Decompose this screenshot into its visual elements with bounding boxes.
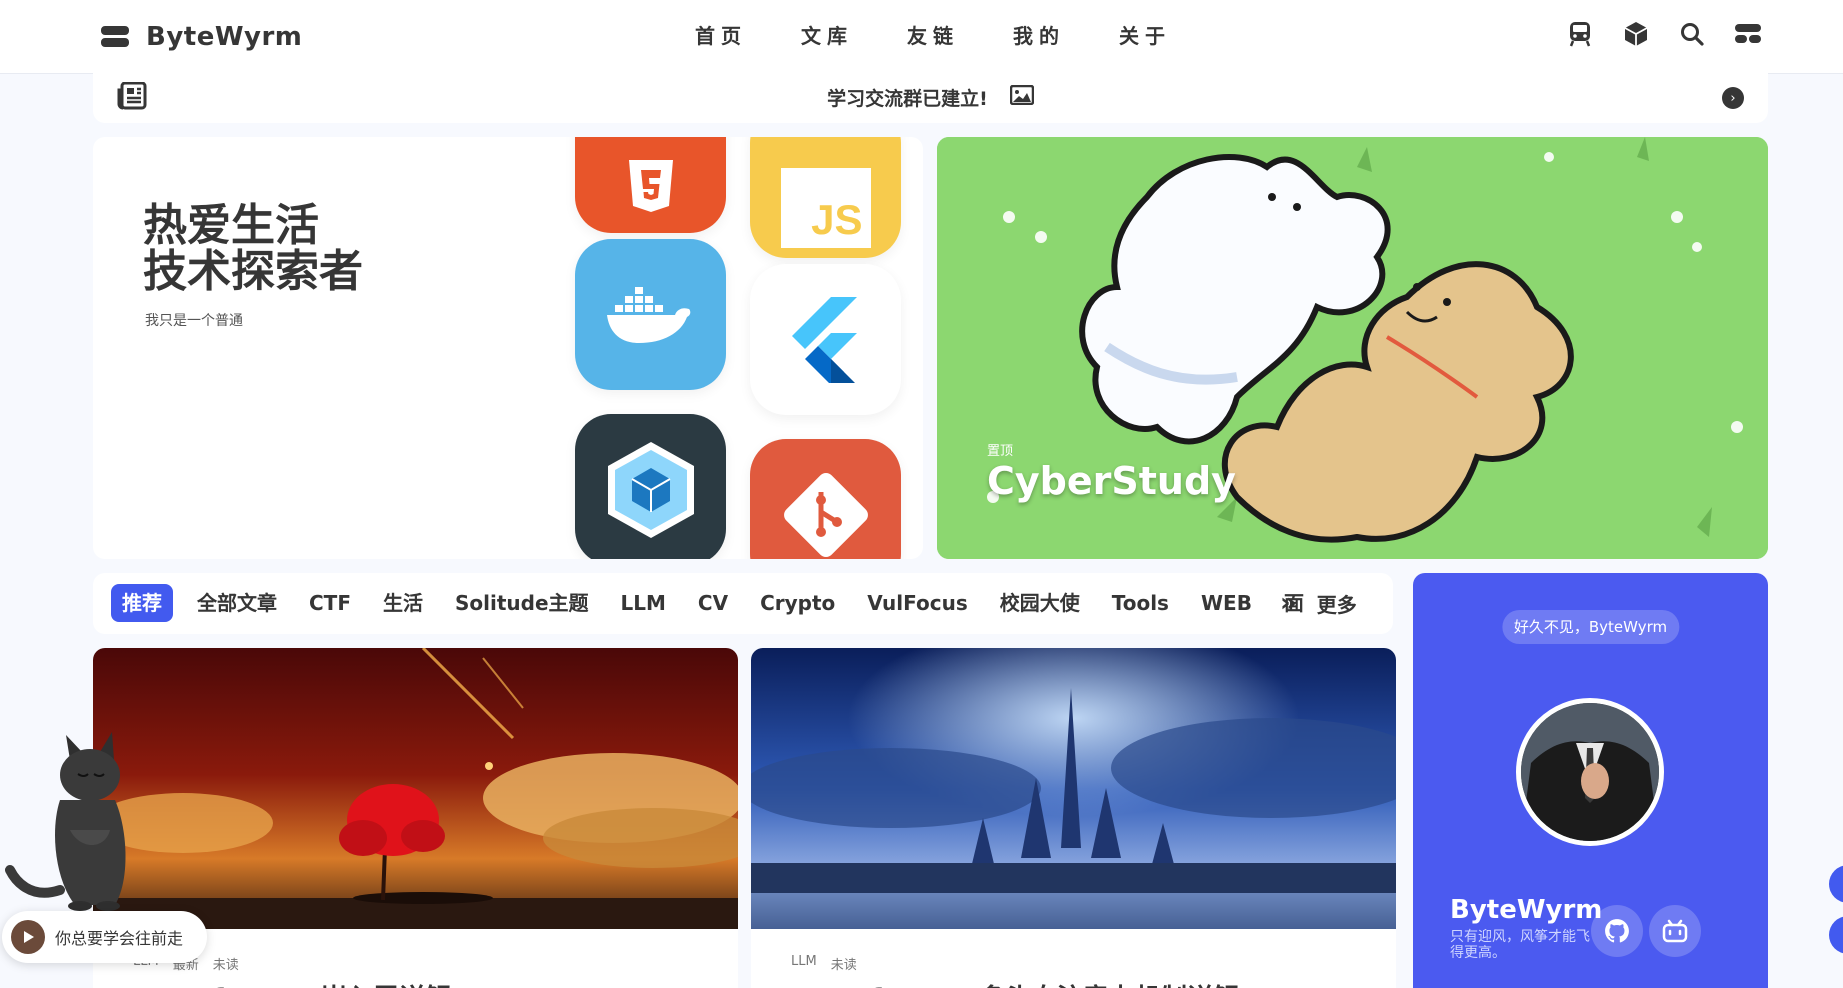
category-vulfocus[interactable]: VulFocus	[851, 584, 983, 622]
side-float-button[interactable]	[1829, 865, 1843, 903]
category-all-articles[interactable]: 全部文章	[181, 584, 293, 622]
toggle-icon[interactable]	[1734, 20, 1762, 48]
html5-icon[interactable]	[575, 137, 726, 233]
double-chevron-right-icon[interactable]: »	[1280, 588, 1297, 618]
category-cv[interactable]: CV	[682, 584, 744, 622]
hero-subtitle: 我只是一个普通	[145, 313, 243, 329]
category-recommend[interactable]: 推荐	[111, 584, 173, 622]
nav-actions	[1566, 20, 1762, 48]
brand-link[interactable]: ByteWyrm	[101, 18, 302, 56]
category-bar: 推荐 全部文章 CTF 生活 Solitude主题 LLM CV Crypto …	[93, 573, 1393, 634]
author-description: 只有迎风，风筝才能飞得更高。	[1450, 929, 1590, 961]
hero-slogan: 热爱生活 技术探索者	[143, 203, 363, 295]
article-meta: LLM 未读	[791, 954, 857, 973]
docker-icon[interactable]	[575, 239, 726, 390]
category-life[interactable]: 生活	[367, 584, 439, 622]
top-navbar: ByteWyrm 首页 文库 友链 我的 关于	[0, 0, 1843, 74]
slogan-line-1: 热爱生活	[143, 200, 319, 251]
category-ctf[interactable]: CTF	[293, 584, 367, 622]
category-web[interactable]: WEB	[1185, 584, 1268, 622]
cube-icon[interactable]	[1622, 20, 1650, 48]
avatar[interactable]	[1516, 698, 1664, 846]
main-menu: 首页 文库 友链 我的 关于	[695, 20, 1171, 49]
song-title: 你总要学会往前走	[55, 929, 184, 948]
featured-title: CyberStudy	[987, 459, 1236, 503]
menu-item-library[interactable]: 文库	[801, 20, 853, 49]
image-icon	[1009, 84, 1035, 110]
article-cover-image	[751, 648, 1396, 929]
notice-text: 学习交流群已建立!	[827, 88, 988, 110]
menu-item-links[interactable]: 友链	[907, 20, 959, 49]
bilibili-icon[interactable]	[1649, 905, 1701, 957]
article-category[interactable]: LLM	[791, 954, 817, 973]
article-read-status: 未读	[212, 958, 239, 973]
menu-item-mine[interactable]: 我的	[1013, 20, 1065, 49]
category-list: 推荐 全部文章 CTF 生活 Solitude主题 LLM CV Crypto …	[111, 584, 1320, 622]
music-player[interactable]: 你总要学会往前走	[2, 911, 207, 963]
author-name: ByteWyrm	[1450, 895, 1603, 925]
slogan-line-2: 技术探索者	[143, 246, 363, 297]
cat-mascot-image[interactable]	[0, 730, 145, 912]
category-more: » 更多	[1280, 584, 1357, 622]
author-profile-card: 好久不见，ByteWyrm ByteWyrm 只有迎风，风筝才能飞得更高。	[1413, 573, 1768, 988]
webpack-icon[interactable]	[575, 414, 726, 559]
category-crypto[interactable]: Crypto	[744, 584, 851, 622]
article-card[interactable]: LLM 未读 Transformer 多头自注意力机制详解	[751, 648, 1396, 988]
search-icon[interactable]	[1678, 20, 1706, 48]
github-icon[interactable]	[1591, 905, 1643, 957]
play-icon[interactable]	[11, 920, 45, 954]
more-categories-link[interactable]: 更多	[1317, 589, 1357, 618]
flutter-icon[interactable]	[750, 264, 901, 415]
site-name: ByteWyrm	[146, 22, 303, 52]
notice-link[interactable]: 学习交流群已建立!	[93, 84, 1768, 111]
notice-next-button[interactable]: ›	[1722, 87, 1744, 109]
article-title[interactable]: Transformer 多头自注意力机制详解	[791, 978, 1239, 988]
hero-banner: 热爱生活 技术探索者 我只是一个普通 JS	[93, 137, 923, 559]
notice-bar: 学习交流群已建立! ›	[93, 72, 1768, 123]
js-label: JS	[811, 195, 863, 243]
article-title[interactable]: Transformer 嵌入层详解	[133, 978, 451, 988]
menu-item-home[interactable]: 首页	[695, 20, 747, 49]
category-tools[interactable]: Tools	[1096, 584, 1185, 622]
js-icon[interactable]: JS	[750, 137, 901, 258]
category-campus[interactable]: 校园大使	[984, 584, 1096, 622]
category-solitude[interactable]: Solitude主题	[439, 584, 605, 622]
menu-item-about[interactable]: 关于	[1119, 20, 1171, 49]
train-icon[interactable]	[1566, 20, 1594, 48]
featured-post-card[interactable]: 置顶 CyberStudy	[937, 137, 1768, 559]
logo-icon	[101, 26, 129, 48]
greeting-badge: 好久不见，ByteWyrm	[1501, 610, 1680, 644]
side-float-button[interactable]	[1829, 916, 1843, 954]
category-llm[interactable]: LLM	[605, 584, 682, 622]
pinned-tag: 置顶	[987, 444, 1014, 459]
article-read-status: 未读	[830, 958, 857, 973]
git-icon[interactable]	[750, 439, 901, 559]
article-cover-image	[93, 648, 738, 929]
